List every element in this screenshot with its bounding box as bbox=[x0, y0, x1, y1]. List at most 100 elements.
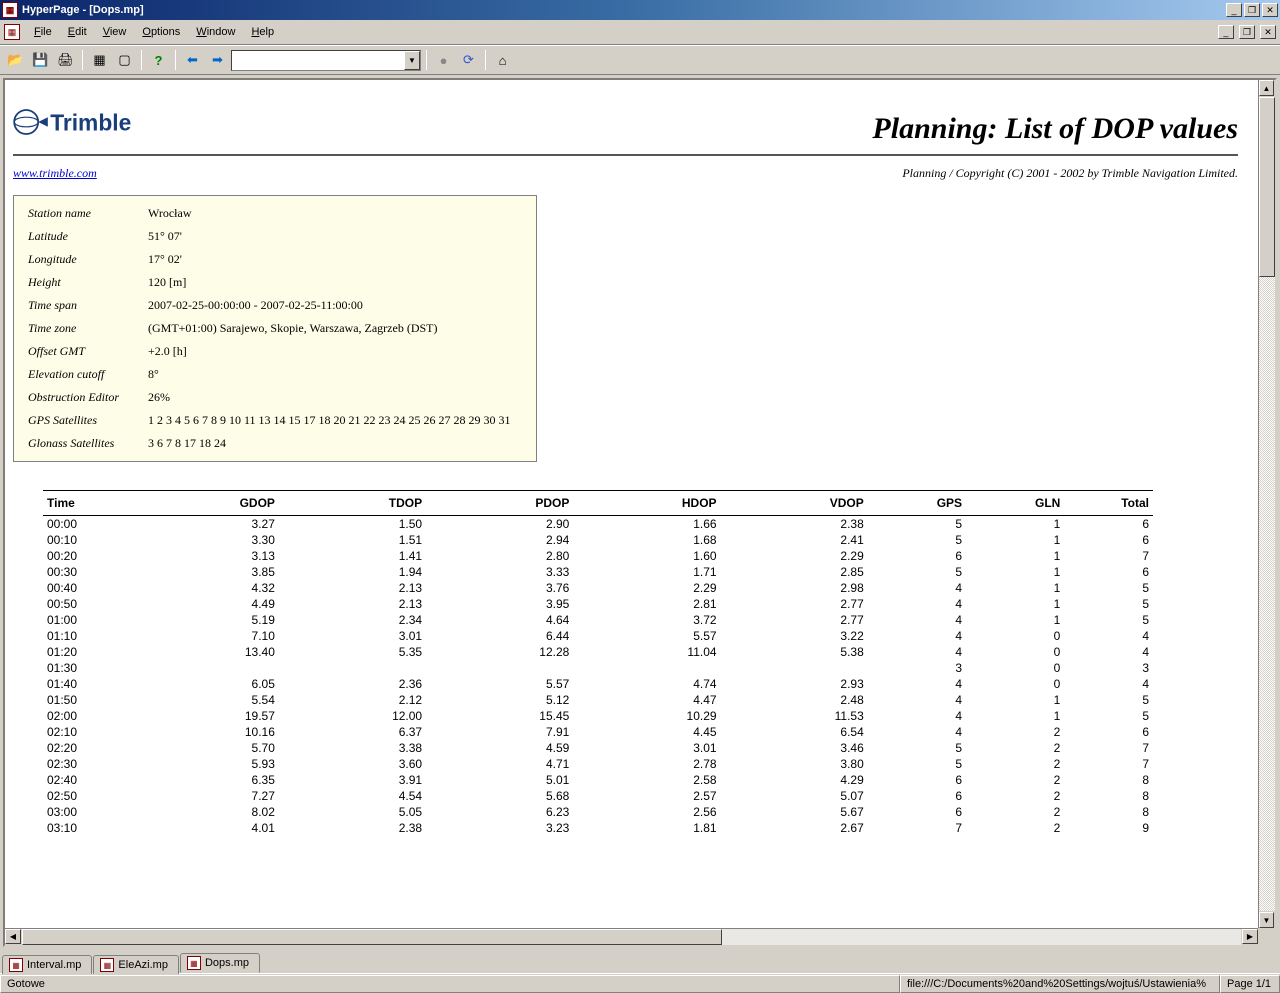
copyright-text: Planning / Copyright (C) 2001 - 2002 by … bbox=[902, 166, 1238, 181]
view1-button[interactable]: ▦ bbox=[88, 49, 111, 71]
table-row: 02:305.933.604.712.783.80527 bbox=[43, 756, 1153, 772]
scroll-down-button[interactable]: ▼ bbox=[1259, 912, 1274, 928]
label-timezone: Time zone bbox=[24, 317, 144, 340]
menu-options[interactable]: Options bbox=[134, 23, 188, 41]
label-gps: GPS Satellites bbox=[24, 409, 144, 432]
restore-button[interactable]: ❐ bbox=[1244, 3, 1260, 17]
table-row: 01:2013.405.3512.2811.045.38404 bbox=[43, 644, 1153, 660]
table-row: 01:107.103.016.445.573.22404 bbox=[43, 628, 1153, 644]
table-row: 03:104.012.383.231.812.67729 bbox=[43, 820, 1153, 836]
scroll-up-button[interactable]: ▲ bbox=[1259, 80, 1274, 96]
col-vdop: VDOP bbox=[721, 491, 868, 516]
open-button[interactable]: 📂 bbox=[4, 49, 27, 71]
menu-window[interactable]: Window bbox=[188, 23, 243, 41]
scroll-thumb-h[interactable] bbox=[22, 929, 722, 945]
table-row: 01:406.052.365.574.742.93404 bbox=[43, 676, 1153, 692]
tab-label: Dops.mp bbox=[205, 957, 249, 969]
value-timezone: (GMT+01:00) Sarajewo, Skopie, Warszawa, … bbox=[144, 317, 526, 340]
address-combo[interactable]: ▼ bbox=[231, 50, 421, 71]
stop-button[interactable]: ● bbox=[432, 49, 455, 71]
table-row: 02:205.703.384.593.013.46527 bbox=[43, 740, 1153, 756]
table-row: 00:003.271.502.901.662.38516 bbox=[43, 516, 1153, 533]
menu-edit[interactable]: Edit bbox=[60, 23, 95, 41]
minimize-button[interactable]: _ bbox=[1226, 3, 1242, 17]
app-icon: ▦ bbox=[2, 2, 18, 18]
tab-dops-mp[interactable]: ▦Dops.mp bbox=[180, 953, 260, 973]
value-height: 120 [m] bbox=[144, 271, 526, 294]
col-gps: GPS bbox=[868, 491, 966, 516]
menu-file[interactable]: File bbox=[26, 23, 60, 41]
scroll-left-button[interactable]: ◀ bbox=[5, 929, 21, 944]
horizontal-scrollbar[interactable]: ◀ ▶ bbox=[5, 928, 1258, 945]
value-gps: 1 2 3 4 5 6 7 8 9 10 11 13 14 15 17 18 2… bbox=[144, 409, 526, 432]
menu-help[interactable]: Help bbox=[243, 23, 282, 41]
table-row: 01:30303 bbox=[43, 660, 1153, 676]
value-offset: +2.0 [h] bbox=[144, 340, 526, 363]
mdi-restore-button[interactable]: ❐ bbox=[1239, 25, 1255, 39]
tab-eleazi-mp[interactable]: ▦EleAzi.mp bbox=[93, 955, 179, 974]
trimble-logo: Trimble bbox=[13, 98, 193, 146]
table-row: 00:103.301.512.941.682.41516 bbox=[43, 532, 1153, 548]
status-path: file:///C:/Documents%20and%20Settings/wo… bbox=[900, 975, 1220, 993]
label-cutoff: Elevation cutoff bbox=[24, 363, 144, 386]
table-row: 02:1010.166.377.914.456.54426 bbox=[43, 724, 1153, 740]
table-row: 01:505.542.125.124.472.48415 bbox=[43, 692, 1153, 708]
scroll-thumb-v[interactable] bbox=[1259, 97, 1275, 277]
save-button[interactable]: 💾 bbox=[29, 49, 52, 71]
label-latitude: Latitude bbox=[24, 225, 144, 248]
table-row: 02:406.353.915.012.584.29628 bbox=[43, 772, 1153, 788]
forward-button[interactable]: ➡ bbox=[206, 49, 229, 71]
value-timespan: 2007-02-25-00:00:00 - 2007-02-25-11:00:0… bbox=[144, 294, 526, 317]
table-row: 00:404.322.133.762.292.98415 bbox=[43, 580, 1153, 596]
scroll-right-button[interactable]: ▶ bbox=[1242, 929, 1258, 944]
dop-table: TimeGDOPTDOPPDOPHDOPVDOPGPSGLNTotal 00:0… bbox=[43, 490, 1153, 836]
table-row: 02:507.274.545.682.575.07628 bbox=[43, 788, 1153, 804]
label-longitude: Longitude bbox=[24, 248, 144, 271]
status-bar: Gotowe file:///C:/Documents%20and%20Sett… bbox=[0, 973, 1280, 993]
status-ready: Gotowe bbox=[0, 975, 900, 993]
print-button[interactable]: 🖨 bbox=[54, 49, 77, 71]
website-link[interactable]: www.trimble.com bbox=[13, 166, 97, 181]
file-icon: ▦ bbox=[100, 958, 114, 972]
window-title: HyperPage - [Dops.mp] bbox=[22, 4, 1224, 16]
refresh-button[interactable]: ⟳ bbox=[457, 49, 480, 71]
table-row: 00:504.492.133.952.812.77415 bbox=[43, 596, 1153, 612]
toolbar: 📂 💾 🖨 ▦ ▢ ? ⬅ ➡ ▼ ● ⟳ ⌂ bbox=[0, 45, 1280, 75]
col-pdop: PDOP bbox=[426, 491, 573, 516]
content-area: Trimble Planning: List of DOP values www… bbox=[0, 75, 1280, 950]
tab-interval-mp[interactable]: ▦Interval.mp bbox=[2, 955, 92, 974]
station-info-box: Station nameWrocław Latitude51° 07' Long… bbox=[13, 195, 537, 462]
col-tdop: TDOP bbox=[279, 491, 426, 516]
vertical-scrollbar[interactable]: ▲ ▼ bbox=[1258, 80, 1275, 928]
table-row: 02:0019.5712.0015.4510.2911.53415 bbox=[43, 708, 1153, 724]
page-title: Planning: List of DOP values bbox=[872, 112, 1238, 146]
menu-view[interactable]: View bbox=[95, 23, 135, 41]
close-button[interactable]: ✕ bbox=[1262, 3, 1278, 17]
label-height: Height bbox=[24, 271, 144, 294]
view2-button[interactable]: ▢ bbox=[113, 49, 136, 71]
document-content: Trimble Planning: List of DOP values www… bbox=[5, 80, 1258, 928]
mdi-close-button[interactable]: ✕ bbox=[1260, 25, 1276, 39]
divider bbox=[13, 154, 1238, 156]
help-button[interactable]: ? bbox=[147, 49, 170, 71]
value-cutoff: 8° bbox=[144, 363, 526, 386]
back-button[interactable]: ⬅ bbox=[181, 49, 204, 71]
tab-label: Interval.mp bbox=[27, 959, 81, 971]
home-button[interactable]: ⌂ bbox=[491, 49, 514, 71]
label-timespan: Time span bbox=[24, 294, 144, 317]
label-obstruction: Obstruction Editor bbox=[24, 386, 144, 409]
svg-text:Trimble: Trimble bbox=[50, 109, 131, 135]
col-gdop: GDOP bbox=[132, 491, 279, 516]
menu-bar: ▦ File Edit View Options Window Help _ ❐… bbox=[0, 20, 1280, 45]
dropdown-icon[interactable]: ▼ bbox=[404, 51, 420, 70]
address-input[interactable] bbox=[232, 54, 404, 66]
table-row: 00:203.131.412.801.602.29617 bbox=[43, 548, 1153, 564]
col-gln: GLN bbox=[966, 491, 1064, 516]
mdi-minimize-button[interactable]: _ bbox=[1218, 25, 1234, 39]
scroll-corner bbox=[1258, 928, 1275, 945]
document-icon[interactable]: ▦ bbox=[4, 24, 20, 40]
table-row: 03:008.025.056.232.565.67628 bbox=[43, 804, 1153, 820]
value-obstruction: 26% bbox=[144, 386, 526, 409]
value-station: Wrocław bbox=[144, 202, 526, 225]
table-row: 01:005.192.344.643.722.77415 bbox=[43, 612, 1153, 628]
